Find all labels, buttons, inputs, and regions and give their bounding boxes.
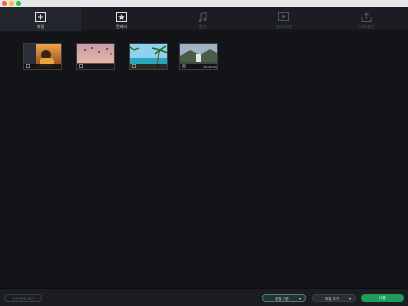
- chevron-down-icon: ▾: [298, 296, 301, 301]
- tab-music[interactable]: 음악: [162, 7, 243, 31]
- bottom-bar: 선택 항목 제거 정렬 기준 ▾ 파일 추가 ▾ 다음: [0, 288, 408, 306]
- export-icon: [361, 12, 372, 22]
- sort-dropdown[interactable]: 정렬 기준 ▾: [262, 294, 306, 302]
- tab-files[interactable]: 파일: [0, 7, 81, 31]
- media-item[interactable]: [129, 43, 168, 70]
- music-note-icon: [198, 12, 207, 22]
- photo-icon: [79, 64, 83, 68]
- step-toolbar: 파일 컨버터 음악 미리 보기 내보내기: [0, 7, 408, 31]
- tab-music-label: 음악: [198, 24, 207, 29]
- media-info-strip: [24, 64, 61, 69]
- tab-export[interactable]: 내보내기: [326, 7, 407, 31]
- star-doc-icon: [116, 12, 127, 22]
- tab-export-label: 내보내기: [359, 24, 374, 29]
- media-info-strip: 00:00:05: [180, 64, 217, 69]
- media-info-strip: [130, 64, 167, 69]
- add-file-dropdown-label: 파일 추가: [325, 297, 339, 301]
- tab-preview-label: 미리 보기: [275, 24, 292, 29]
- tab-converter-label: 컨버터: [115, 24, 128, 29]
- media-info-strip: [77, 64, 114, 69]
- video-icon: [182, 64, 186, 68]
- next-button[interactable]: 다음: [361, 294, 404, 302]
- photo-icon: [132, 64, 136, 68]
- add-file-dropdown[interactable]: 파일 추가 ▾: [312, 294, 356, 302]
- media-item[interactable]: [76, 43, 115, 70]
- tab-preview[interactable]: 미리 보기: [243, 7, 324, 31]
- title-bar: [0, 0, 408, 7]
- close-window-button[interactable]: [2, 1, 7, 6]
- media-item[interactable]: [23, 43, 62, 70]
- add-file-icon: [35, 12, 46, 22]
- zoom-window-button[interactable]: [16, 1, 21, 6]
- sort-dropdown-label: 정렬 기준: [275, 297, 289, 301]
- photo-icon: [26, 64, 30, 68]
- media-item[interactable]: 00:00:05: [179, 43, 218, 70]
- minimize-window-button[interactable]: [9, 1, 14, 6]
- tab-files-label: 파일: [36, 24, 45, 29]
- preview-icon: [278, 12, 289, 21]
- tab-converter[interactable]: 컨버터: [81, 7, 162, 31]
- app-window: 파일 컨버터 음악 미리 보기 내보내기 00:00:05 선택 항목 제거 정…: [0, 0, 408, 306]
- chevron-down-icon: ▾: [348, 296, 351, 301]
- remove-selected-button[interactable]: 선택 항목 제거: [4, 294, 42, 302]
- media-grid: 00:00:05: [0, 32, 408, 288]
- video-duration: 00:00:05: [203, 65, 217, 69]
